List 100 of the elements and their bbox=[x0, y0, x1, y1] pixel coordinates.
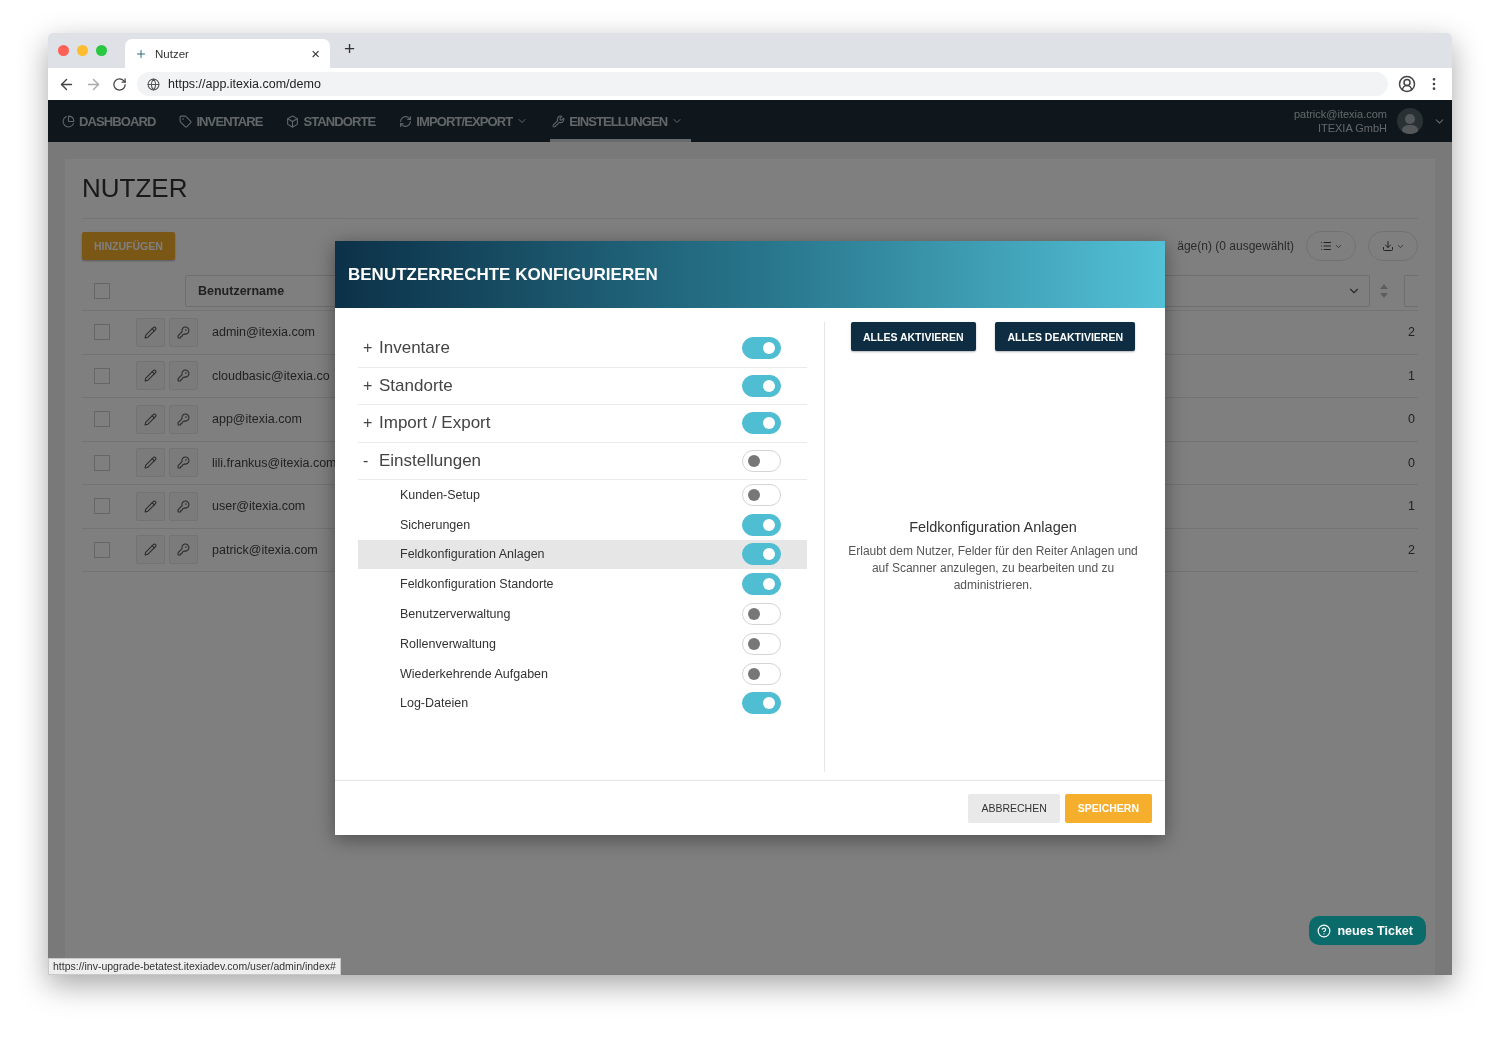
browser-tab[interactable]: Nutzer × bbox=[125, 39, 330, 68]
cancel-button[interactable]: ABBRECHEN bbox=[968, 793, 1060, 823]
expand-marker[interactable]: - bbox=[363, 451, 379, 470]
reload-button[interactable] bbox=[112, 76, 127, 92]
toggle-switch[interactable] bbox=[742, 543, 781, 566]
expand-marker[interactable]: + bbox=[363, 339, 379, 358]
checkbox[interactable] bbox=[94, 541, 110, 558]
expand-marker[interactable]: + bbox=[363, 414, 379, 433]
tag-icon bbox=[179, 114, 193, 128]
address-bar[interactable]: https://app.itexia.com/demo bbox=[137, 72, 1388, 96]
key-button[interactable] bbox=[169, 448, 198, 478]
window-controls-icon[interactable] bbox=[58, 45, 107, 56]
key-icon bbox=[177, 456, 190, 470]
checkbox[interactable] bbox=[94, 367, 110, 384]
account-button[interactable] bbox=[1398, 75, 1416, 93]
edit-button[interactable] bbox=[136, 448, 165, 478]
key-button[interactable] bbox=[169, 404, 198, 434]
permission-group[interactable]: - Einstellungen bbox=[358, 442, 807, 480]
table-cell: cloudbasic@itexia.co bbox=[212, 368, 330, 383]
toggle-switch[interactable] bbox=[742, 449, 781, 472]
permission-group[interactable]: + Import / Export bbox=[358, 405, 807, 443]
toggle-switch[interactable] bbox=[742, 632, 781, 655]
permission-row[interactable]: Feldkonfiguration Anlagen bbox=[358, 539, 807, 570]
checkbox[interactable] bbox=[94, 282, 110, 299]
detail-title: Feldkonfiguration Anlagen bbox=[909, 519, 1077, 535]
pie-chart-icon bbox=[62, 114, 75, 128]
dialog-title: BENUTZERRECHTE KONFIGURIEREN bbox=[348, 264, 658, 285]
export-button[interactable] bbox=[1368, 231, 1418, 261]
permission-row[interactable]: Log-Dateien bbox=[358, 688, 807, 719]
toggle-switch[interactable] bbox=[742, 573, 781, 596]
key-button[interactable] bbox=[169, 361, 198, 391]
permission-label: Kunden-Setup bbox=[400, 487, 481, 502]
key-button[interactable] bbox=[169, 491, 198, 521]
key-button[interactable] bbox=[169, 317, 198, 347]
permission-label: Feldkonfiguration Standorte bbox=[400, 577, 555, 592]
pencil-icon bbox=[144, 456, 157, 470]
toggle-switch[interactable] bbox=[742, 483, 781, 506]
pencil-icon bbox=[144, 412, 157, 426]
group-label: Inventare bbox=[379, 338, 451, 359]
permission-row[interactable]: Wiederkehrende Aufgaben bbox=[358, 658, 807, 689]
edit-button[interactable] bbox=[136, 404, 165, 434]
avatar[interactable] bbox=[1397, 108, 1423, 134]
permission-label: Rollenverwaltung bbox=[400, 636, 497, 651]
company-name: ITEXIA GmbH bbox=[1317, 121, 1387, 135]
tab-title: Nutzer bbox=[155, 47, 190, 60]
table-cell-text: 2 bbox=[1408, 325, 1416, 340]
bulk-button[interactable]: ALLES DEAKTIVIEREN bbox=[995, 322, 1135, 351]
permission-group[interactable]: + Inventare bbox=[358, 330, 807, 368]
permission-label: Benutzerverwaltung bbox=[400, 607, 512, 622]
edit-button[interactable] bbox=[136, 491, 165, 521]
toggle-switch[interactable] bbox=[742, 603, 781, 626]
page-title: NUTZER bbox=[82, 173, 1418, 219]
new-tab-button[interactable]: + bbox=[340, 37, 356, 64]
edit-button[interactable] bbox=[136, 317, 165, 347]
permission-group[interactable]: + Standorte bbox=[358, 367, 807, 405]
toggle-switch[interactable] bbox=[742, 374, 781, 397]
table-cell: user@itexia.com bbox=[212, 499, 306, 514]
table-cell-text: 0 bbox=[1408, 455, 1416, 470]
checkbox[interactable] bbox=[94, 454, 110, 471]
toggle-switch[interactable] bbox=[742, 662, 781, 685]
checkbox[interactable] bbox=[94, 498, 110, 515]
key-button[interactable] bbox=[169, 535, 198, 565]
table-cell: lili.frankus@itexia.com bbox=[212, 455, 337, 470]
wrench-icon bbox=[552, 114, 566, 128]
pencil-icon bbox=[144, 543, 157, 557]
toggle-switch[interactable] bbox=[742, 513, 781, 536]
help-button[interactable]: neues Ticket bbox=[1309, 916, 1426, 945]
group-label: Standorte bbox=[379, 375, 454, 396]
close-tab-button[interactable]: × bbox=[311, 45, 320, 62]
permission-row[interactable]: Feldkonfiguration Standorte bbox=[358, 569, 807, 600]
key-icon bbox=[177, 369, 190, 383]
checkbox[interactable] bbox=[94, 324, 110, 341]
table-cell-text: 1 bbox=[1408, 499, 1416, 514]
columns-button[interactable] bbox=[1306, 231, 1356, 261]
table-cell-text: 0 bbox=[1408, 412, 1416, 427]
group-label: Einstellungen bbox=[379, 450, 483, 471]
permission-row[interactable]: Kunden-Setup bbox=[358, 480, 807, 510]
records-info: äge(n) (0 ausgewählt) bbox=[1177, 239, 1294, 253]
toggle-switch[interactable] bbox=[742, 412, 781, 435]
list-icon bbox=[1319, 240, 1332, 252]
table-cell: admin@itexia.com bbox=[212, 325, 315, 340]
globe-icon bbox=[147, 77, 160, 91]
permission-row[interactable]: Rollenverwaltung bbox=[358, 629, 807, 659]
cube-icon bbox=[286, 114, 300, 128]
bulk-button[interactable]: ALLES AKTIVIEREN bbox=[851, 322, 976, 351]
edit-button[interactable] bbox=[136, 361, 165, 391]
refresh-icon bbox=[399, 114, 413, 128]
permission-row[interactable]: Benutzerverwaltung bbox=[358, 599, 807, 629]
help-icon bbox=[1317, 923, 1332, 938]
group-label: Import / Export bbox=[379, 413, 492, 434]
toggle-switch[interactable] bbox=[742, 692, 781, 715]
edit-button[interactable] bbox=[136, 535, 165, 565]
sort-icon[interactable] bbox=[1380, 283, 1388, 298]
key-icon bbox=[177, 543, 190, 557]
permission-row[interactable]: Sicherungen bbox=[358, 509, 807, 540]
expand-marker[interactable]: + bbox=[363, 376, 379, 395]
checkbox[interactable] bbox=[94, 411, 110, 428]
pencil-icon bbox=[144, 369, 157, 383]
download-icon bbox=[1381, 240, 1394, 252]
toggle-switch[interactable] bbox=[742, 337, 781, 360]
